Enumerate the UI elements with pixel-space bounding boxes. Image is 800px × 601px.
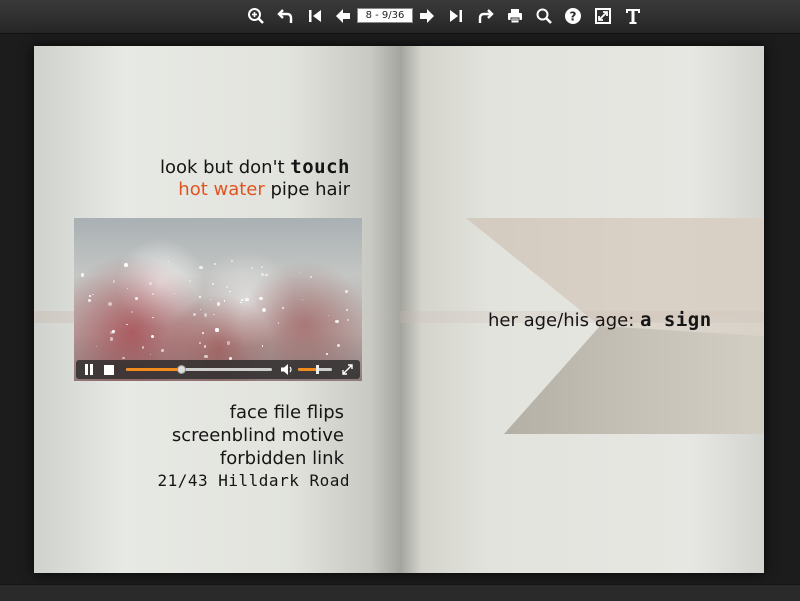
handwritten-word: touch: [290, 156, 350, 178]
previous-page-icon[interactable]: [332, 5, 354, 27]
volume-level: [298, 368, 317, 371]
sparkle: [152, 316, 154, 318]
print-icon[interactable]: [504, 5, 526, 27]
search-icon[interactable]: [533, 5, 555, 27]
sparkle: [112, 280, 115, 283]
page-number-field[interactable]: [357, 8, 413, 23]
sparkle: [112, 330, 115, 334]
sparkle: [309, 275, 312, 278]
next-page-icon[interactable]: [416, 5, 438, 27]
poem-line-hot-water: hot water pipe hair: [178, 179, 350, 200]
sparkle: [130, 310, 133, 313]
sparkle: [346, 309, 348, 311]
poem-line: screenblind motive: [171, 425, 344, 446]
sparkle: [345, 290, 348, 293]
sparkle: [215, 328, 219, 332]
poem-line-touch: look but don't touch: [160, 156, 350, 178]
volume-handle[interactable]: [315, 365, 319, 374]
sparkle: [199, 308, 202, 310]
sparkle: [149, 353, 151, 355]
fullscreen-icon[interactable]: [592, 5, 614, 27]
help-icon[interactable]: ?: [562, 5, 584, 27]
redo-arrow-icon[interactable]: [474, 5, 496, 27]
svg-text:?: ?: [570, 10, 577, 24]
sparkle: [92, 293, 94, 296]
sparkle: [282, 307, 284, 309]
seek-handle[interactable]: [177, 365, 187, 374]
sparkle: [347, 318, 350, 321]
last-page-icon[interactable]: [445, 5, 467, 27]
sparkle: [141, 346, 145, 349]
sparkle: [167, 260, 170, 262]
text-icon[interactable]: [622, 5, 644, 27]
sparkle: [124, 263, 128, 267]
video-player[interactable]: [74, 218, 362, 381]
viewer-toolbar: ?: [0, 0, 800, 34]
seek-bar[interactable]: [126, 365, 272, 374]
fullscreen-video-icon[interactable]: [340, 363, 354, 376]
sparkle: [80, 273, 85, 277]
volume-icon[interactable]: [280, 363, 294, 376]
sparkle: [259, 297, 263, 301]
line-text: her age/his age:: [488, 310, 641, 331]
line-text: look but don't: [159, 157, 291, 178]
poem-line: forbidden link: [219, 448, 344, 469]
pause-button[interactable]: [82, 363, 96, 376]
bottom-bar: [0, 584, 800, 601]
video-controls: [76, 360, 360, 379]
right-page-text: her age/his age: a sign: [488, 309, 712, 331]
line-text: pipe hair: [264, 179, 351, 200]
first-page-icon[interactable]: [304, 5, 326, 27]
sparkle: [262, 307, 266, 312]
sparkle: [335, 319, 339, 324]
stop-button[interactable]: [102, 363, 116, 376]
volume-slider[interactable]: [298, 365, 332, 374]
sparkle: [160, 348, 164, 352]
sparkle: [325, 352, 328, 355]
sparkle: [122, 356, 125, 359]
video-frame: [74, 218, 362, 381]
highlighted-words: hot water: [178, 179, 265, 200]
poem-line: face file flips: [229, 402, 344, 423]
right-page[interactable]: her age/his age: a sign: [400, 46, 764, 573]
sparkle: [226, 341, 231, 345]
handwritten-word: a sign: [640, 309, 712, 331]
undo-arrow-icon[interactable]: [275, 5, 297, 27]
sparkle: [109, 337, 114, 341]
sparkle: [298, 271, 300, 274]
seek-progress: [126, 368, 182, 371]
sparkle: [87, 299, 91, 303]
address-line: 21/43 Hilldark Road: [157, 471, 350, 490]
sparkle: [261, 344, 264, 347]
zoom-in-icon[interactable]: [245, 5, 267, 27]
